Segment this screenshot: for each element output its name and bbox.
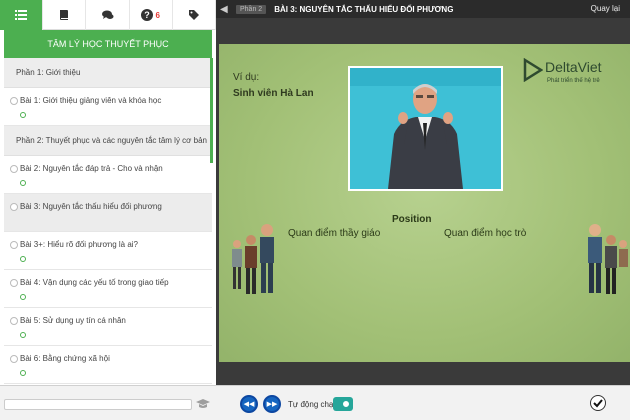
lesson-list-scrollbar[interactable] bbox=[210, 58, 213, 163]
example-title: Sinh viên Hà Lan bbox=[233, 88, 314, 99]
instructor-video[interactable] bbox=[348, 66, 503, 191]
lesson-item[interactable]: Bài 2: Nguyên tắc đáp trả - Cho và nhận bbox=[4, 156, 212, 194]
lesson-title: BÀI 3: NGUYÊN TẮC THẤU HIỂU ĐỐI PHƯƠNG bbox=[274, 4, 454, 14]
book-icon bbox=[60, 10, 69, 20]
example-label: Ví dụ: bbox=[233, 72, 260, 83]
lesson-item[interactable]: Bài 1: Giới thiệu giảng viên và khóa học bbox=[4, 88, 212, 126]
sidebar-tabs: ? 6 bbox=[0, 0, 217, 30]
lesson-player: ? 6 TÂM LÝ HỌC THUYẾT PHỤC Phần 1: Giới … bbox=[0, 0, 630, 420]
checkmark-icon bbox=[593, 399, 603, 408]
play-status-icon bbox=[20, 180, 26, 186]
lesson-label: Bài 4: Vận dụng các yếu tố trong giao ti… bbox=[20, 278, 169, 287]
question-icon: ? bbox=[141, 9, 154, 21]
questions-count-badge: 6 bbox=[155, 10, 160, 20]
logo-mark-icon bbox=[523, 58, 543, 82]
play-status-icon bbox=[20, 332, 26, 338]
student-view-label: Quan điểm học trò bbox=[444, 228, 527, 239]
lesson-label: Bài 3: Nguyên tắc thấu hiểu đối phương bbox=[20, 202, 162, 211]
next-lesson-button[interactable]: ▶▶ bbox=[263, 395, 281, 413]
skip-back-icon: ◀◀ bbox=[243, 401, 255, 408]
lesson-check-icon[interactable] bbox=[10, 355, 18, 363]
lesson-label: Bài 2: Nguyên tắc đáp trả - Cho và nhận bbox=[20, 164, 163, 173]
lesson-check-icon[interactable] bbox=[10, 203, 18, 211]
autoplay-label: Tự động chạy bbox=[288, 400, 338, 409]
lesson-check-icon[interactable] bbox=[10, 241, 18, 249]
lesson-check-icon[interactable] bbox=[10, 279, 18, 287]
autoplay-toggle[interactable] bbox=[333, 397, 353, 411]
section-header: Phần 2: Thuyết phục và các nguyên tắc tâ… bbox=[4, 126, 212, 156]
player-controls: ◀◀ ▶▶ Tự động chạy bbox=[0, 385, 630, 420]
tag-icon bbox=[188, 10, 199, 20]
svg-text:?: ? bbox=[145, 10, 151, 20]
play-status-icon bbox=[20, 294, 26, 300]
skip-forward-icon: ▶▶ bbox=[266, 401, 278, 408]
lesson-check-icon[interactable] bbox=[10, 165, 18, 173]
lesson-item-current[interactable]: Bài 3: Nguyên tắc thấu hiểu đối phương bbox=[4, 194, 212, 232]
play-status-icon bbox=[20, 256, 26, 262]
section-header: Phần 1: Giới thiệu bbox=[4, 58, 212, 88]
play-status-icon bbox=[20, 370, 26, 376]
instructor-figure bbox=[350, 68, 501, 189]
course-title: TÂM LÝ HỌC THUYẾT PHỤC bbox=[4, 30, 212, 58]
students-illustration-right bbox=[588, 224, 628, 294]
lesson-check-icon[interactable] bbox=[10, 97, 18, 105]
play-status-icon bbox=[20, 112, 26, 118]
tab-questions[interactable]: ? 6 bbox=[130, 0, 173, 30]
lesson-progress-bar bbox=[4, 399, 192, 410]
mark-complete-button[interactable] bbox=[590, 395, 606, 411]
course-sidebar: ? 6 TÂM LÝ HỌC THUYẾT PHỤC Phần 1: Giới … bbox=[0, 0, 217, 385]
students-illustration-left bbox=[232, 224, 274, 294]
tab-documents[interactable] bbox=[43, 0, 87, 30]
teacher-view-label: Quan điểm thầy giáo bbox=[288, 228, 381, 239]
lesson-label: Bài 6: Bằng chứng xã hội bbox=[20, 354, 110, 363]
previous-lesson-button[interactable]: ◀◀ bbox=[240, 395, 258, 413]
lesson-header: ◀ Phần 2 BÀI 3: NGUYÊN TẮC THẤU HIỂU ĐỐI… bbox=[216, 0, 630, 18]
list-icon bbox=[15, 10, 28, 20]
tab-tags[interactable] bbox=[173, 0, 217, 30]
lesson-label: Bài 3+: Hiểu rõ đối phương là ai? bbox=[20, 240, 139, 249]
lesson-slide[interactable]: Ví dụ: Sinh viên Hà Lan DeltaViet Phát t… bbox=[219, 44, 630, 362]
tab-lessons[interactable] bbox=[0, 0, 44, 30]
part-chip: Phần 2 bbox=[236, 4, 267, 14]
graduation-cap-icon bbox=[196, 399, 210, 408]
lesson-list: Phần 1: Giới thiệu Bài 1: Giới thiệu giả… bbox=[4, 58, 212, 385]
lesson-check-icon[interactable] bbox=[10, 317, 18, 325]
logo-tagline: Phát triển thế hệ trẻ bbox=[547, 78, 600, 84]
logo-name: DeltaViet bbox=[545, 59, 602, 75]
return-link[interactable]: Quay lại bbox=[591, 4, 620, 13]
deltaviet-logo: DeltaViet Phát triển thế hệ trẻ bbox=[523, 56, 618, 92]
lesson-label: Bài 1: Giới thiệu giảng viên và khóa học bbox=[20, 96, 162, 105]
lesson-item[interactable]: Bài 4: Vận dụng các yếu tố trong giao ti… bbox=[4, 270, 212, 308]
toggle-knob bbox=[341, 399, 351, 409]
chat-icon bbox=[101, 10, 113, 19]
tab-discussion[interactable] bbox=[86, 0, 130, 30]
lesson-label: Bài 5: Sử dụng uy tín cá nhân bbox=[20, 316, 126, 325]
lesson-item[interactable]: Bài 5: Sử dụng uy tín cá nhân bbox=[4, 308, 212, 346]
lesson-item[interactable]: Bài 3+: Hiểu rõ đối phương là ai? bbox=[4, 232, 212, 270]
collapse-sidebar-icon[interactable]: ◀ bbox=[220, 4, 232, 15]
position-word: Position bbox=[392, 214, 432, 225]
lesson-item[interactable]: Bài 6: Bằng chứng xã hội bbox=[4, 346, 212, 384]
